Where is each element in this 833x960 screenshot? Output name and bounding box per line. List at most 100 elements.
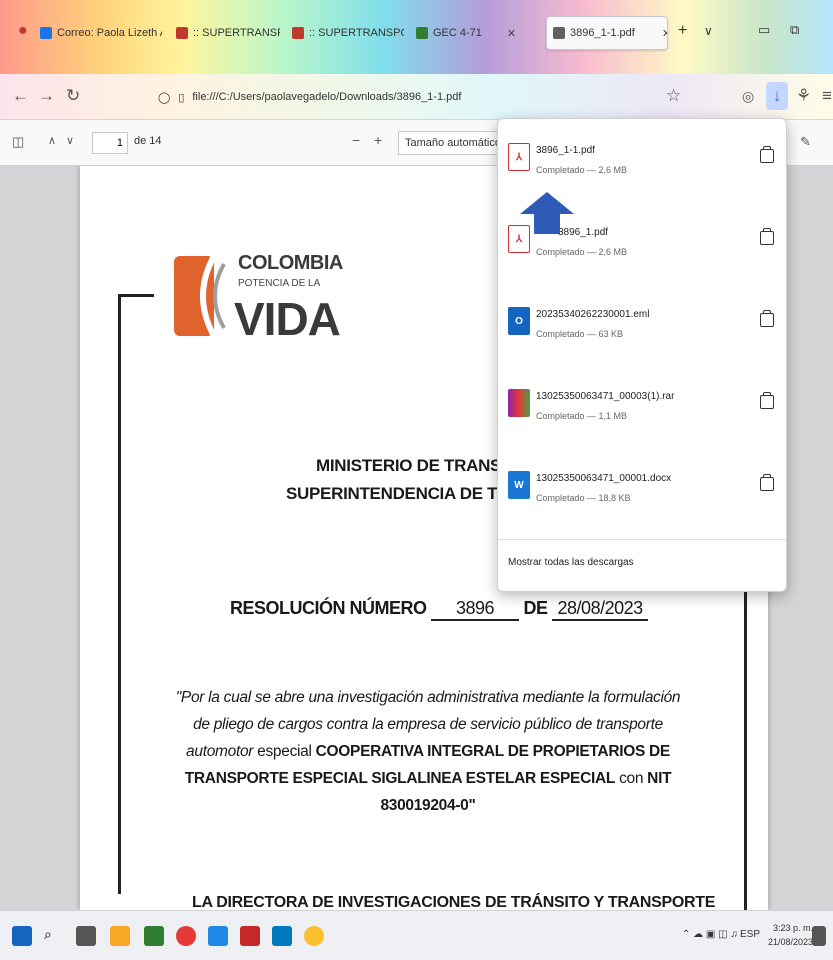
rar-file-icon	[508, 389, 530, 417]
next-page-icon[interactable]: ∨	[66, 134, 74, 147]
page-left-bracket-top	[118, 294, 154, 297]
minimize-icon[interactable]: ▭	[758, 22, 770, 38]
acrobat-icon[interactable]	[240, 926, 260, 946]
page-number-input[interactable]: 1	[92, 132, 128, 154]
page-left-bracket	[118, 294, 121, 894]
tab-label: :: SUPERTRANSPORTE ::	[309, 27, 404, 39]
pdf-file-icon: ⅄	[508, 143, 530, 171]
description-especial: especial	[257, 743, 312, 760]
zoom-value: Tamaño automático	[405, 137, 501, 149]
taskbar: ⌕ ⌃ ☁ ▣ ◫ ♫ ESP 3:23 p. m. 21/08/2023	[0, 910, 833, 960]
close-icon[interactable]: ✕	[507, 27, 516, 40]
folder-icon[interactable]	[760, 474, 774, 491]
word-icon[interactable]	[272, 926, 292, 946]
sidebar-toggle-icon[interactable]: ◫	[12, 134, 24, 150]
folder-icon[interactable]	[760, 310, 774, 327]
plus-icon[interactable]: +	[678, 22, 687, 40]
bookmark-star-icon[interactable]: ☆	[666, 86, 681, 106]
ministry-heading: MINISTERIO DE TRANSPO	[316, 456, 526, 475]
back-icon[interactable]: ←	[12, 86, 29, 106]
tab-strip: ● Correo: Paola Lizeth A... × :: SUPERTR…	[0, 0, 833, 74]
download-item[interactable]: ⅄ 3896_1-1.pdf Completado — 2,6 MB	[498, 119, 788, 199]
outlook-file-icon: O	[508, 307, 530, 335]
supertransporte-icon	[176, 27, 188, 39]
download-item[interactable]: O 20235340262230001.eml Completado — 63 …	[498, 283, 788, 363]
download-item[interactable]: 13025350063471_00003(1).rar Completado —…	[498, 365, 788, 445]
previous-page-icon[interactable]: ∧	[48, 134, 56, 147]
zoom-select[interactable]: Tamaño automático	[398, 131, 506, 155]
up-arrow-icon	[520, 192, 574, 234]
resolution-label: RESOLUCIÓN NÚMERO	[230, 598, 427, 618]
tab-label: GEC 4-71	[433, 27, 482, 39]
file-icon: ▯	[178, 91, 185, 104]
tab-3[interactable]: :: SUPERTRANSPORTE :: ✕	[286, 16, 404, 50]
resolution-description: "Por la cual se abre una investigación a…	[172, 684, 684, 819]
system-tray-icons[interactable]: ⌃ ☁ ▣ ◫ ♫	[682, 929, 738, 940]
tab-2[interactable]: :: SUPERTRANSPORTE ::	[170, 16, 280, 50]
extensions-icon[interactable]: ⚘	[796, 86, 811, 106]
download-status: Completado — 18,8 KB	[536, 493, 631, 503]
supertransporte-icon	[292, 27, 304, 39]
tab-label: Correo: Paola Lizeth A... ×	[57, 27, 162, 39]
windows-start-icon[interactable]	[12, 926, 32, 946]
download-name: 20235340262230001.eml	[536, 309, 650, 320]
firefox-view-icon[interactable]: ●	[18, 22, 28, 40]
resolution-date: 28/08/2023	[552, 598, 649, 621]
tab-label: 3896_1-1.pdf	[570, 27, 635, 39]
tab-4[interactable]: GEC 4-71 ✕	[410, 16, 518, 50]
zoom-in-icon[interactable]: +	[374, 132, 382, 148]
notifications-icon[interactable]	[812, 926, 826, 946]
downloads-divider	[498, 539, 786, 540]
menu-icon[interactable]: ≡	[822, 86, 832, 106]
logo-colombia-text: COLOMBIA	[238, 252, 343, 274]
download-status: Completado — 2,6 MB	[536, 165, 628, 175]
show-all-downloads-link[interactable]: Mostrar todas las descargas	[508, 557, 634, 568]
draw-icon[interactable]: ✎	[800, 134, 811, 150]
download-status: Completado — 1,1 MB	[536, 411, 628, 421]
language-indicator[interactable]: ESP	[740, 929, 760, 940]
chevron-down-icon[interactable]: ∨	[704, 24, 713, 38]
address-bar[interactable]: ◯ ▯ file:///C:/Users/paolavegadelo/Downl…	[150, 83, 690, 111]
forward-icon[interactable]: →	[38, 86, 55, 106]
resolution-line: RESOLUCIÓN NÚMERO 3896 DE 28/08/2023	[230, 598, 649, 621]
pocket-icon[interactable]: ◎	[742, 88, 754, 105]
folder-icon[interactable]	[760, 228, 774, 245]
clock-date: 21/08/2023	[768, 937, 814, 947]
url-text: file:///C:/Users/paolavegadelo/Downloads…	[192, 91, 462, 103]
tab-1[interactable]: Correo: Paola Lizeth A... ×	[34, 16, 162, 50]
downloads-button[interactable]: ↓	[766, 82, 788, 110]
search-icon[interactable]: ⌕	[44, 926, 64, 946]
restore-icon[interactable]: ⧉	[790, 22, 799, 38]
clock[interactable]: 3:23 p. m. 21/08/2023	[768, 921, 813, 949]
description-con: con	[619, 770, 644, 787]
logo-potencia-text: POTENCIA DE LA	[238, 278, 321, 289]
resolution-de: DE	[523, 598, 549, 618]
excel-icon[interactable]	[144, 926, 164, 946]
folder-icon[interactable]	[760, 146, 774, 163]
tab-5-active[interactable]: 3896_1-1.pdf ✕	[546, 16, 668, 50]
close-icon[interactable]: ✕	[662, 27, 667, 40]
folder-icon[interactable]	[760, 392, 774, 409]
page-count: de 14	[134, 135, 162, 147]
download-name: 13025350063471_00003(1).rar	[536, 391, 675, 402]
reload-icon[interactable]: ↻	[66, 86, 80, 106]
download-status: Completado — 63 KB	[536, 329, 624, 339]
word-file-icon: W	[508, 471, 530, 499]
file-explorer-icon[interactable]	[110, 926, 130, 946]
colombia-logo-icon	[174, 254, 226, 338]
download-name: 3896_1-1.pdf	[536, 145, 595, 156]
clock-time: 3:23 p. m.	[773, 923, 814, 933]
resolution-number: 3896	[431, 598, 520, 621]
task-view-icon[interactable]	[76, 926, 96, 946]
pdf-icon	[553, 27, 565, 39]
mail-icon	[40, 27, 52, 39]
zoom-out-icon[interactable]: −	[352, 132, 360, 148]
navigation-bar: ← → ↻ ◯ ▯ file:///C:/Users/paolavegadelo…	[0, 74, 833, 120]
outlook-icon[interactable]	[208, 926, 228, 946]
shield-icon: ◯	[158, 91, 171, 104]
download-item[interactable]: W 13025350063471_00001.docx Completado —…	[498, 447, 788, 527]
app-icon[interactable]	[304, 926, 324, 946]
director-heading: LA DIRECTORA DE INVESTIGACIONES DE TRÁNS…	[192, 894, 716, 910]
firefox-icon[interactable]	[176, 926, 196, 946]
logo-vida-text: VIDA	[234, 293, 341, 345]
